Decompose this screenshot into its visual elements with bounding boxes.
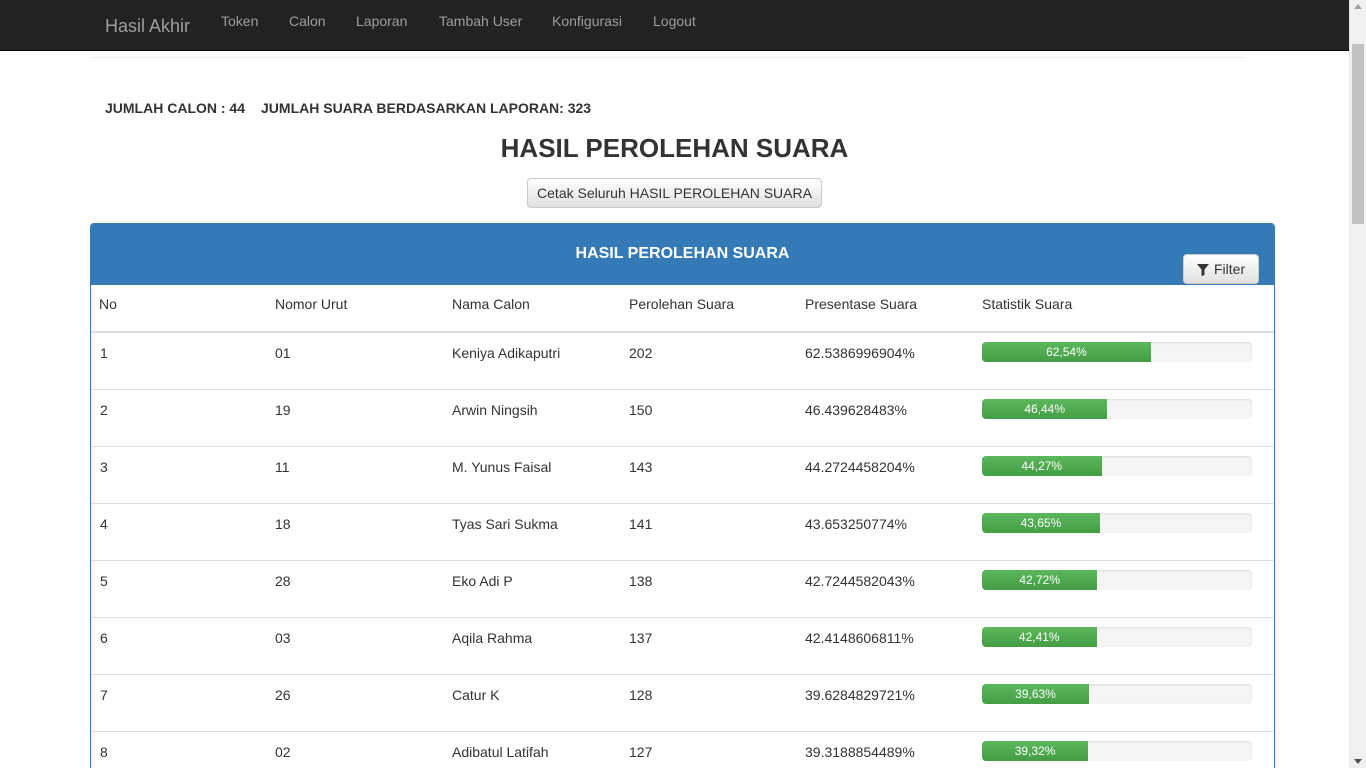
nav-item-token[interactable]: Token	[221, 13, 258, 29]
cell-perolehan-suara: 128	[629, 687, 653, 703]
jumlah-calon: JUMLAH CALON : 44	[105, 100, 246, 116]
navbar: Hasil Akhir Token Calon Laporan Tambah U…	[0, 0, 1349, 51]
cell-no: 6	[100, 630, 108, 646]
cell-no: 8	[100, 744, 108, 760]
cell-nama-calon: Eko Adi P	[452, 573, 513, 589]
filter-button[interactable]: Filter	[1183, 254, 1259, 284]
print-all-button[interactable]: Cetak Seluruh HASIL PEROLEHAN SUARA	[527, 178, 822, 208]
cell-presentase-suara: 39.3188854489%	[805, 744, 915, 760]
cell-nomor-urut: 18	[275, 516, 291, 532]
table-row: 1 01 Keniya Adikaputri 202 62.5386996904% 62,…	[91, 333, 1274, 390]
progress-track: 39,63%	[982, 684, 1252, 704]
progress-track: 62,54%	[982, 342, 1252, 362]
progress-bar: 43,65%	[982, 513, 1100, 533]
cell-no: 5	[100, 573, 108, 589]
progress-track: 42,41%	[982, 627, 1252, 647]
cell-nama-calon: Adibatul Latifah	[452, 744, 549, 760]
cell-no: 2	[100, 402, 108, 418]
page-title: HASIL PEROLEHAN SUARA	[500, 133, 849, 163]
page-scrollbar[interactable]	[1349, 0, 1366, 768]
cell-perolehan-suara: 141	[629, 516, 653, 532]
cell-nama-calon: Keniya Adikaputri	[452, 345, 561, 361]
cell-nama-calon: Arwin Ningsih	[452, 402, 538, 418]
cell-perolehan-suara: 150	[629, 402, 653, 418]
nav-item-calon[interactable]: Calon	[289, 13, 326, 29]
table-row: 8 02 Adibatul Latifah 127 39.3188854489% 39,3…	[91, 732, 1274, 768]
page: Hasil Akhir Token Calon Laporan Tambah U…	[0, 0, 1366, 768]
progress-bar: 39,63%	[982, 684, 1089, 704]
cell-presentase-suara: 43.653250774%	[805, 516, 907, 532]
cell-nomor-urut: 02	[275, 744, 291, 760]
scroll-thumb[interactable]	[1352, 44, 1364, 224]
cell-nomor-urut: 26	[275, 687, 291, 703]
cell-presentase-suara: 46.439628483%	[805, 402, 907, 418]
table-row: 6 03 Aqila Rahma 137 42.4148606811% 42,41%	[91, 618, 1274, 675]
cell-perolehan-suara: 202	[629, 345, 653, 361]
table-row: 5 28 Eko Adi P 138 42.7244582043% 42,72%	[91, 561, 1274, 618]
nav-item-logout[interactable]: Logout	[653, 13, 696, 29]
cell-nomor-urut: 28	[275, 573, 291, 589]
progress-bar: 42,41%	[982, 627, 1097, 647]
progress-bar: 39,32%	[982, 741, 1089, 761]
cell-nama-calon: M. Yunus Faisal	[452, 459, 552, 475]
nav-item-laporan[interactable]: Laporan	[356, 13, 407, 29]
progress-track: 43,65%	[982, 513, 1252, 533]
cell-perolehan-suara: 137	[629, 630, 653, 646]
results-panel: HASIL PEROLEHAN SUARA Filter No Nomor Ur…	[90, 223, 1275, 768]
table-row: 4 18 Tyas Sari Sukma 141 43.653250774% 43,65%	[91, 504, 1274, 561]
cell-nomor-urut: 19	[275, 402, 291, 418]
cell-presentase-suara: 39.6284829721%	[805, 687, 915, 703]
cell-perolehan-suara: 143	[629, 459, 653, 475]
nav-item-tambah-user[interactable]: Tambah User	[439, 13, 522, 29]
cell-no: 7	[100, 687, 108, 703]
cell-no: 3	[100, 459, 108, 475]
progress-track: 39,32%	[982, 741, 1252, 761]
scroll-down-icon[interactable]	[1354, 759, 1362, 764]
cell-nomor-urut: 11	[275, 459, 290, 475]
cell-nama-calon: Aqila Rahma	[452, 630, 533, 646]
progress-track: 42,72%	[982, 570, 1252, 590]
summary-line: JUMLAH CALON : 44 JUMLAH SUARA BERDASARKA…	[105, 100, 607, 116]
top-divider	[90, 57, 1245, 58]
progress-track: 44,27%	[982, 456, 1252, 476]
cell-nomor-urut: 01	[275, 345, 291, 361]
th-perolehan-suara[interactable]: Perolehan Suara	[629, 296, 734, 312]
cell-presentase-suara: 62.5386996904%	[805, 345, 915, 361]
filter-label: Filter	[1214, 261, 1246, 277]
progress-bar: 46,44%	[982, 399, 1108, 419]
scroll-up-icon[interactable]	[1354, 4, 1362, 9]
cell-nomor-urut: 03	[275, 630, 291, 646]
progress-bar: 44,27%	[982, 456, 1102, 476]
nav-item-konfigurasi[interactable]: Konfigurasi	[552, 13, 622, 29]
th-nomor-urut[interactable]: Nomor Urut	[275, 296, 347, 312]
progress-track: 46,44%	[982, 399, 1252, 419]
cell-presentase-suara: 42.7244582043%	[805, 573, 915, 589]
progress-bar: 62,54%	[982, 342, 1151, 362]
cell-nama-calon: Catur K	[452, 687, 500, 703]
th-no[interactable]: No	[99, 296, 117, 312]
cell-perolehan-suara: 138	[629, 573, 653, 589]
progress-bar: 42,72%	[982, 570, 1098, 590]
table-row: 2 19 Arwin Ningsih 150 46.439628483% 46,44%	[91, 390, 1274, 447]
cell-no: 1	[100, 345, 108, 361]
cell-nama-calon: Tyas Sari Sukma	[452, 516, 558, 532]
th-presentase-suara[interactable]: Presentase Suara	[805, 296, 917, 312]
panel-title: HASIL PEROLEHAN SUARA	[575, 245, 790, 262]
th-statistik-suara[interactable]: Statistik Suara	[982, 296, 1072, 312]
cell-no: 4	[100, 516, 108, 532]
jumlah-suara: JUMLAH SUARA BERDASARKAN LAPORAN: 323	[261, 100, 592, 116]
cell-perolehan-suara: 127	[629, 744, 653, 760]
th-nama-calon[interactable]: Nama Calon	[452, 296, 530, 312]
filter-icon	[1197, 264, 1209, 276]
table-row: 7 26 Catur K 128 39.6284829721% 39,63%	[91, 675, 1274, 732]
table-row: 3 11 M. Yunus Faisal 143 44.2724458204% 44,27…	[91, 447, 1274, 504]
panel-heading: HASIL PEROLEHAN SUARA Filter	[91, 224, 1274, 285]
cell-presentase-suara: 44.2724458204%	[805, 459, 915, 475]
navbar-brand[interactable]: Hasil Akhir	[105, 16, 190, 36]
cell-presentase-suara: 42.4148606811%	[805, 630, 914, 646]
